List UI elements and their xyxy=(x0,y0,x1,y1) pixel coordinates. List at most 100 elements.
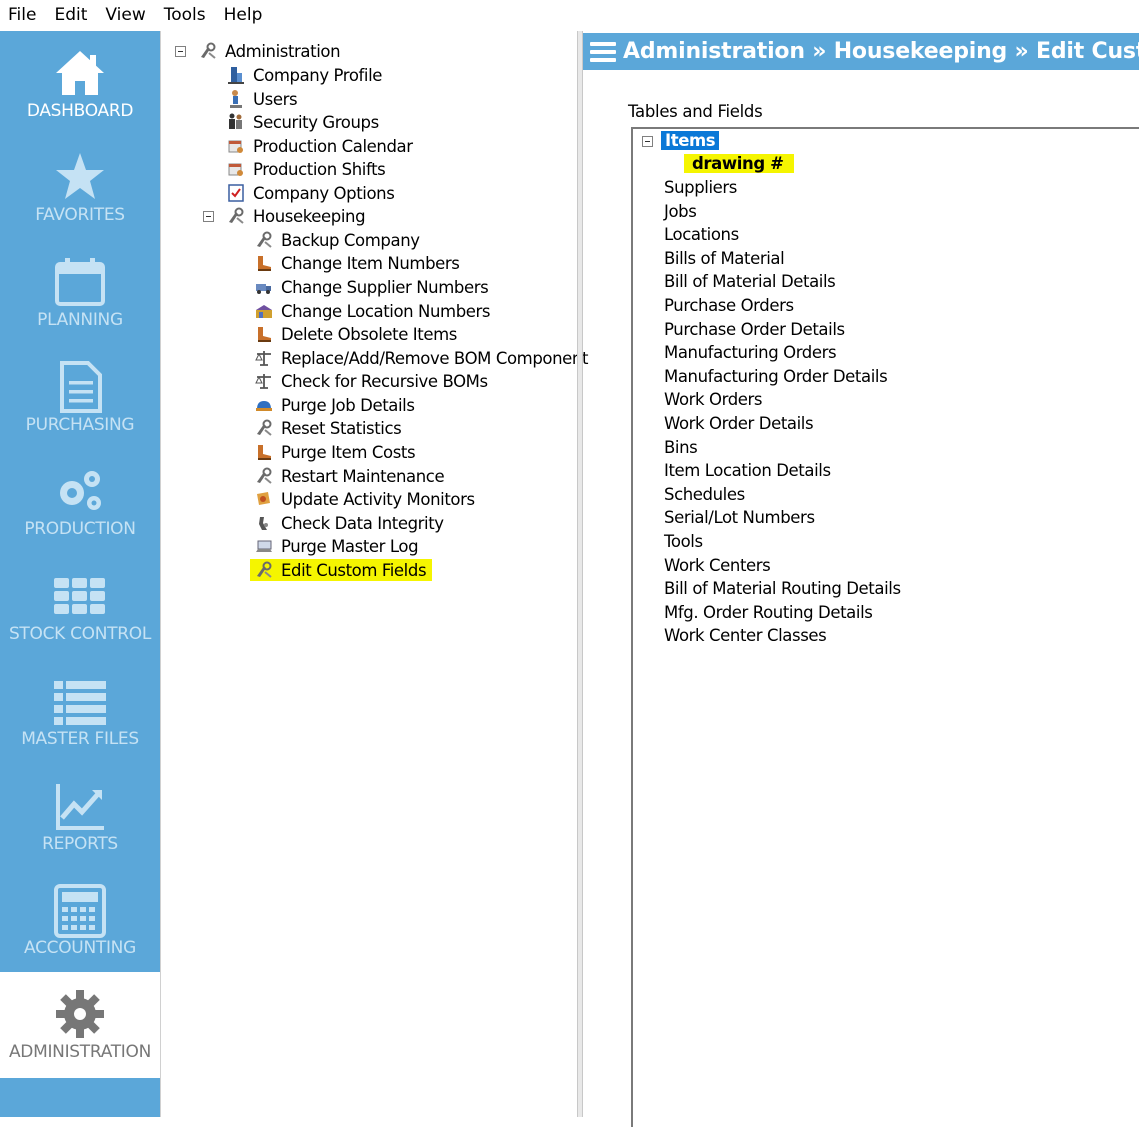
menu-edit[interactable]: Edit xyxy=(45,0,96,31)
tree-table-row[interactable]: Mfg. Order Routing Details xyxy=(664,602,873,624)
menu-file[interactable]: File xyxy=(0,0,45,31)
tree-item-change-supplier-numbers[interactable]: Change Supplier Numbers xyxy=(254,276,489,298)
collapse-administration[interactable] xyxy=(175,46,186,57)
menu-view[interactable]: View xyxy=(96,0,154,31)
tree-item-administration[interactable]: Administration xyxy=(198,40,341,62)
tree-item-housekeeping[interactable]: Housekeeping xyxy=(226,205,366,227)
tree-table-items[interactable]: Items xyxy=(661,130,720,152)
tree-item-replace-bom-component[interactable]: Replace/Add/Remove BOM Component xyxy=(254,347,588,369)
tree-table-row[interactable]: Schedules xyxy=(664,484,745,506)
nav-label: REPORTS xyxy=(42,834,118,854)
tree-table-row[interactable]: Suppliers xyxy=(664,177,737,199)
tree-table-row[interactable]: Item Location Details xyxy=(664,460,831,482)
tree-item-company-profile[interactable]: Company Profile xyxy=(226,64,382,86)
tree-item-delete-obsolete-items[interactable]: Delete Obsolete Items xyxy=(254,323,457,345)
tree-item-check-recursive-boms[interactable]: Check for Recursive BOMs xyxy=(254,370,488,392)
tree-item-check-data-integrity[interactable]: Check Data Integrity xyxy=(254,512,444,534)
tree-table-row[interactable]: Bill of Material Routing Details xyxy=(664,578,901,600)
scale-icon xyxy=(255,351,271,366)
tree-item-purge-job-details[interactable]: Purge Job Details xyxy=(254,394,415,416)
tree-table-row[interactable]: Work Center Classes xyxy=(664,625,827,647)
admin-tools-icon xyxy=(229,207,244,224)
tree-item-label: Change Item Numbers xyxy=(281,253,460,273)
tree-item-label: Production Calendar xyxy=(253,136,413,156)
menu-help[interactable]: Help xyxy=(215,0,272,31)
tree-item-update-activity-monitors[interactable]: Update Activity Monitors xyxy=(254,488,475,510)
gear-icon xyxy=(56,990,104,1038)
tree-table-row[interactable]: Bill of Material Details xyxy=(664,271,836,293)
main-nav: DASHBOARD FAVORITES PLANNING PURCHASING xyxy=(0,31,160,1117)
nav-label: FAVORITES xyxy=(35,205,125,225)
tree-item-label: Users xyxy=(253,89,298,109)
tree-table-row[interactable]: Work Orders xyxy=(664,389,763,411)
tree-table-row[interactable]: Manufacturing Order Details xyxy=(664,366,888,388)
nav-label: DASHBOARD xyxy=(26,101,134,121)
tree-table-row[interactable]: Work Order Details xyxy=(664,413,814,435)
nav-label: PRODUCTION xyxy=(24,519,136,539)
calendar-icon xyxy=(55,258,105,306)
tree-table-row[interactable]: Work Centers xyxy=(664,555,771,577)
tree-item-company-options[interactable]: Company Options xyxy=(226,182,395,204)
page-header: Administration » Housekeeping » Edit Cus… xyxy=(583,33,1139,70)
collapse-items[interactable] xyxy=(642,136,653,147)
hardhat-icon xyxy=(256,401,272,411)
tree-table-row[interactable]: Locations xyxy=(664,224,739,246)
tree-item-change-location-numbers[interactable]: Change Location Numbers xyxy=(254,300,491,322)
hamburger-menu-icon[interactable] xyxy=(590,41,616,63)
nav-stock-control[interactable]: STOCK CONTROL xyxy=(0,554,160,658)
tree-item-purge-master-log[interactable]: Purge Master Log xyxy=(254,535,419,557)
tree-item-label: Company Profile xyxy=(253,65,383,85)
tree-item-production-shifts[interactable]: Production Shifts xyxy=(226,158,386,180)
tree-item-restart-maintenance[interactable]: Restart Maintenance xyxy=(254,465,445,487)
monitor-icon xyxy=(257,492,270,505)
tree-item-security-groups[interactable]: Security Groups xyxy=(226,111,379,133)
tree-table-row[interactable]: Tools xyxy=(664,531,703,553)
truck-icon xyxy=(256,284,271,294)
tree-item-reset-statistics[interactable]: Reset Statistics xyxy=(254,417,402,439)
nav-production[interactable]: PRODUCTION xyxy=(0,449,160,553)
tree-item-label: Edit Custom Fields xyxy=(281,560,427,580)
tree-item-backup-company[interactable]: Backup Company xyxy=(254,229,420,251)
nav-administration[interactable]: ADMINISTRATION xyxy=(0,972,160,1078)
building-icon xyxy=(228,67,244,84)
home-icon xyxy=(56,51,104,95)
panel-splitter[interactable] xyxy=(577,31,583,1117)
nav-accounting[interactable]: ACCOUNTING xyxy=(0,868,160,972)
tree-item-change-item-numbers[interactable]: Change Item Numbers xyxy=(254,252,460,274)
tree-table-row[interactable]: Purchase Orders xyxy=(664,295,794,317)
tables-fields-label: Tables and Fields xyxy=(628,102,763,121)
checklist-icon xyxy=(228,184,244,202)
tree-table-row[interactable]: Purchase Order Details xyxy=(664,319,845,341)
nav-master-files[interactable]: MASTER FILES xyxy=(0,659,160,763)
nav-label: MASTER FILES xyxy=(21,729,139,749)
calendar-small-icon xyxy=(228,163,243,176)
star-icon xyxy=(56,153,104,199)
nav-purchasing[interactable]: PURCHASING xyxy=(0,345,160,449)
list-icon xyxy=(54,681,106,725)
boot-icon xyxy=(258,256,271,271)
admin-tools-icon xyxy=(257,419,272,436)
nav-label: ACCOUNTING xyxy=(24,938,136,958)
tree-item-users[interactable]: Users xyxy=(226,88,298,110)
tree-table-row[interactable]: Serial/Lot Numbers xyxy=(664,507,815,529)
tree-table-row[interactable]: Bills of Material xyxy=(664,248,785,270)
nav-label: STOCK CONTROL xyxy=(8,624,152,644)
tree-table-row[interactable]: Manufacturing Orders xyxy=(664,342,837,364)
nav-planning[interactable]: PLANNING xyxy=(0,240,160,344)
collapse-housekeeping[interactable] xyxy=(203,211,214,222)
tree-item-label: Check Data Integrity xyxy=(281,513,444,533)
tree-table-row[interactable]: Jobs xyxy=(664,201,697,223)
document-icon xyxy=(60,361,102,413)
tree-table-row[interactable]: Bins xyxy=(664,437,698,459)
nav-reports[interactable]: REPORTS xyxy=(0,764,160,868)
selection-highlight: Edit Custom Fields xyxy=(250,559,433,581)
user-icon xyxy=(230,90,242,108)
tree-item-production-calendar[interactable]: Production Calendar xyxy=(226,135,413,157)
tree-item-purge-item-costs[interactable]: Purge Item Costs xyxy=(254,441,416,463)
tree-item-label: Security Groups xyxy=(253,112,379,132)
nav-dashboard[interactable]: DASHBOARD xyxy=(0,31,160,135)
tree-item-edit-custom-fields[interactable]: Edit Custom Fields xyxy=(250,559,433,581)
nav-favorites[interactable]: FAVORITES xyxy=(0,135,160,239)
menu-tools[interactable]: Tools xyxy=(155,0,215,31)
custom-field-drawing[interactable]: drawing # xyxy=(684,153,794,175)
